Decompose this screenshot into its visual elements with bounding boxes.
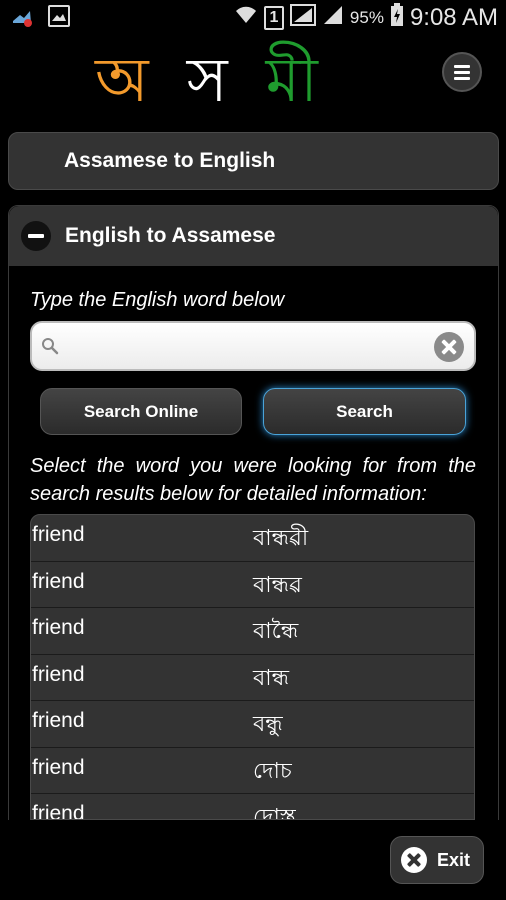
list-item[interactable]: friend বান্ধৱী: [31, 515, 474, 562]
search-button[interactable]: Search: [263, 388, 466, 435]
english-word: friend: [32, 662, 85, 686]
battery-percent: 95%: [349, 8, 384, 27]
logo-letter-1: অ: [95, 43, 149, 116]
assamese-word: বন্ধু: [253, 712, 283, 737]
list-item[interactable]: friend দোস্ত: [31, 794, 474, 820]
app-notification-icon: [10, 5, 34, 29]
results-list: friend বান্ধৱী friend বান্ধৱ friend বান্…: [30, 514, 475, 820]
english-word: friend: [32, 523, 85, 546]
notification-icons: [10, 5, 70, 29]
logo-letter-3: মী: [265, 43, 318, 116]
battery-charging-icon: [390, 3, 404, 33]
list-item[interactable]: friend বন্ধু: [31, 701, 474, 748]
assamese-word: বান্ধৈ: [253, 619, 299, 644]
results-instructions: Select the word you were looking for fro…: [30, 455, 476, 505]
logo-letter-2: স: [186, 43, 228, 116]
english-word: friend: [32, 569, 85, 593]
status-bar: 1 95% 9:08 AM: [0, 0, 506, 34]
english-word: friend: [32, 755, 85, 779]
english-to-assamese-header[interactable]: English to Assamese: [9, 206, 498, 266]
list-item[interactable]: friend বান্ধৱ: [31, 562, 474, 608]
search-prompt: Type the English word below: [30, 289, 285, 311]
signal-bars-icon: [322, 4, 344, 32]
list-item[interactable]: friend বান্ধৈ: [31, 608, 474, 655]
assamese-word: দোস্ত: [253, 805, 296, 820]
search-online-button[interactable]: Search Online: [40, 388, 242, 435]
hamburger-menu-icon[interactable]: [442, 52, 482, 92]
clear-icon[interactable]: [434, 332, 464, 362]
system-status: 1 95% 9:08 AM: [234, 3, 498, 33]
wifi-icon: [234, 5, 258, 31]
exit-button[interactable]: Exit: [390, 836, 484, 884]
list-item[interactable]: friend দোচ: [31, 748, 474, 794]
app-header: অ স মী: [0, 34, 506, 130]
collapse-minus-icon[interactable]: [21, 221, 51, 251]
assamese-word: বান্ধৱী: [253, 526, 309, 551]
exit-label: Exit: [437, 849, 471, 870]
gallery-icon: [48, 5, 70, 27]
panel-title: English to Assamese: [65, 224, 276, 247]
assamese-word: দোচ: [253, 758, 292, 784]
app-logo: অ স মী: [95, 40, 318, 120]
search-field[interactable]: [30, 321, 476, 371]
english-word: friend: [32, 709, 85, 732]
english-word: friend: [32, 802, 85, 820]
panel-title: Assamese to English: [64, 149, 276, 172]
assamese-word: বান্ধৱ: [253, 572, 302, 598]
assamese-to-english-panel[interactable]: Assamese to English: [8, 132, 499, 190]
search-input[interactable]: [68, 331, 428, 361]
signal-icon: [289, 4, 316, 32]
clock: 9:08 AM: [409, 4, 498, 31]
list-item[interactable]: friend বান্ধ: [31, 655, 474, 701]
assamese-word: বান্ধ: [253, 665, 290, 691]
english-word: friend: [32, 616, 85, 639]
close-icon: [401, 847, 427, 873]
sim-indicator: 1: [263, 6, 284, 30]
search-icon: [42, 338, 59, 355]
